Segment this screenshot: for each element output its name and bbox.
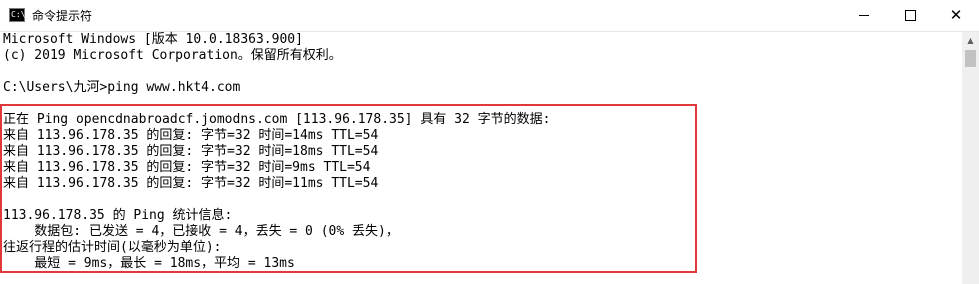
vertical-scrollbar[interactable]: ▲ <box>962 32 979 284</box>
scrollbar-thumb[interactable] <box>965 50 976 67</box>
maximize-button[interactable] <box>887 0 933 31</box>
console-line: (c) 2019 Microsoft Corporation。保留所有权利。 <box>3 48 342 63</box>
scroll-up-icon[interactable]: ▲ <box>962 32 979 49</box>
title-bar[interactable]: C:\ 命令提示符 ✕ <box>0 0 979 32</box>
cmd-icon: C:\ <box>9 8 25 22</box>
minimize-icon <box>859 15 869 16</box>
console-line: Microsoft Windows [版本 10.0.18363.900] <box>3 32 303 47</box>
window-title: 命令提示符 <box>32 9 93 23</box>
console-line: C:\Users\九河>ping www.hkt4.com <box>3 80 241 95</box>
minimize-button[interactable] <box>841 0 887 31</box>
close-button[interactable]: ✕ <box>933 0 979 31</box>
close-icon: ✕ <box>949 6 963 24</box>
maximize-icon <box>904 10 916 21</box>
highlight-box <box>0 104 697 273</box>
